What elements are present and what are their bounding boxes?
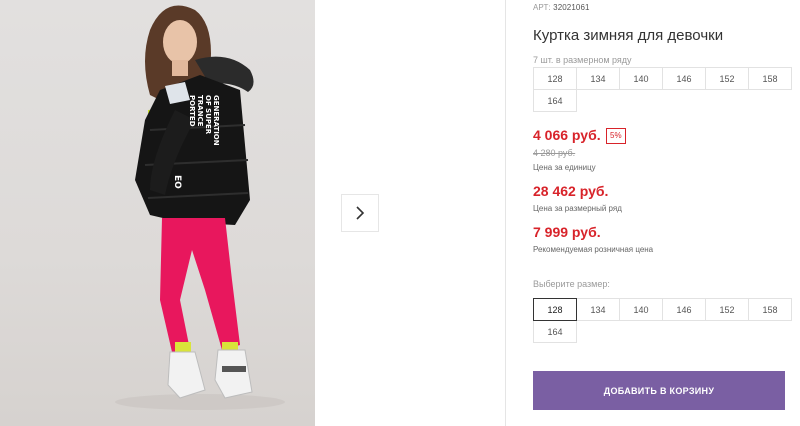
retail-price: 7 999 руб. [533,224,601,240]
article-label: АРТ: [533,3,551,12]
size-option[interactable]: 146 [662,298,706,321]
add-to-cart-button[interactable]: ДОБАВИТЬ В КОРЗИНУ [533,371,785,410]
size-selector-grid: 128 134 140 146 152 158 164 [533,298,792,343]
range-price: 28 462 руб. [533,183,609,199]
size-row-cell: 134 [576,67,620,90]
size-row-cell: 128 [533,67,577,90]
size-row-cell: 152 [705,67,749,90]
size-row-cell: 146 [662,67,706,90]
article-line: АРТ: 32021061 [533,3,590,12]
product-photo: GENERATION OF SUPER TRANCE PORTED EO [0,0,315,426]
unit-price-label: Цена за единицу [533,163,596,172]
panel-divider [505,0,506,426]
range-price-label: Цена за размерный ряд [533,204,622,213]
product-photo-illustration: GENERATION OF SUPER TRANCE PORTED EO [115,5,285,410]
retail-price-label: Рекомендуемая розничная цена [533,245,654,254]
choose-size-label: Выберите размер: [533,279,610,289]
sleeve-print: EO [172,175,182,189]
jacket-print-line-3: TRANCE [196,95,204,127]
size-row-cell: 158 [748,67,792,90]
chevron-right-icon [356,206,365,220]
jacket-print-line-4: PORTED [188,95,196,127]
unit-price: 4 066 руб. [533,127,601,143]
size-option[interactable]: 134 [576,298,620,321]
jacket-print-line-1: GENERATION [212,95,220,146]
size-option[interactable]: 140 [619,298,663,321]
size-row-cell: 164 [533,89,577,112]
gallery-next-button[interactable] [341,194,379,232]
jacket-print-line-2: OF SUPER [204,95,212,135]
size-option[interactable]: 158 [748,298,792,321]
article-number: 32021061 [553,3,590,12]
product-title: Куртка зимняя для девочки [533,27,724,44]
old-price: 4 280 руб. [533,148,576,158]
size-option-selected[interactable]: 128 [533,298,577,321]
discount-badge: 5% [606,128,626,144]
size-row-cell: 140 [619,67,663,90]
pack-info: 7 шт. в размерном ряду [533,55,632,65]
size-row-grid: 128 134 140 146 152 158 164 [533,67,792,112]
size-option[interactable]: 164 [533,320,577,343]
size-option[interactable]: 152 [705,298,749,321]
